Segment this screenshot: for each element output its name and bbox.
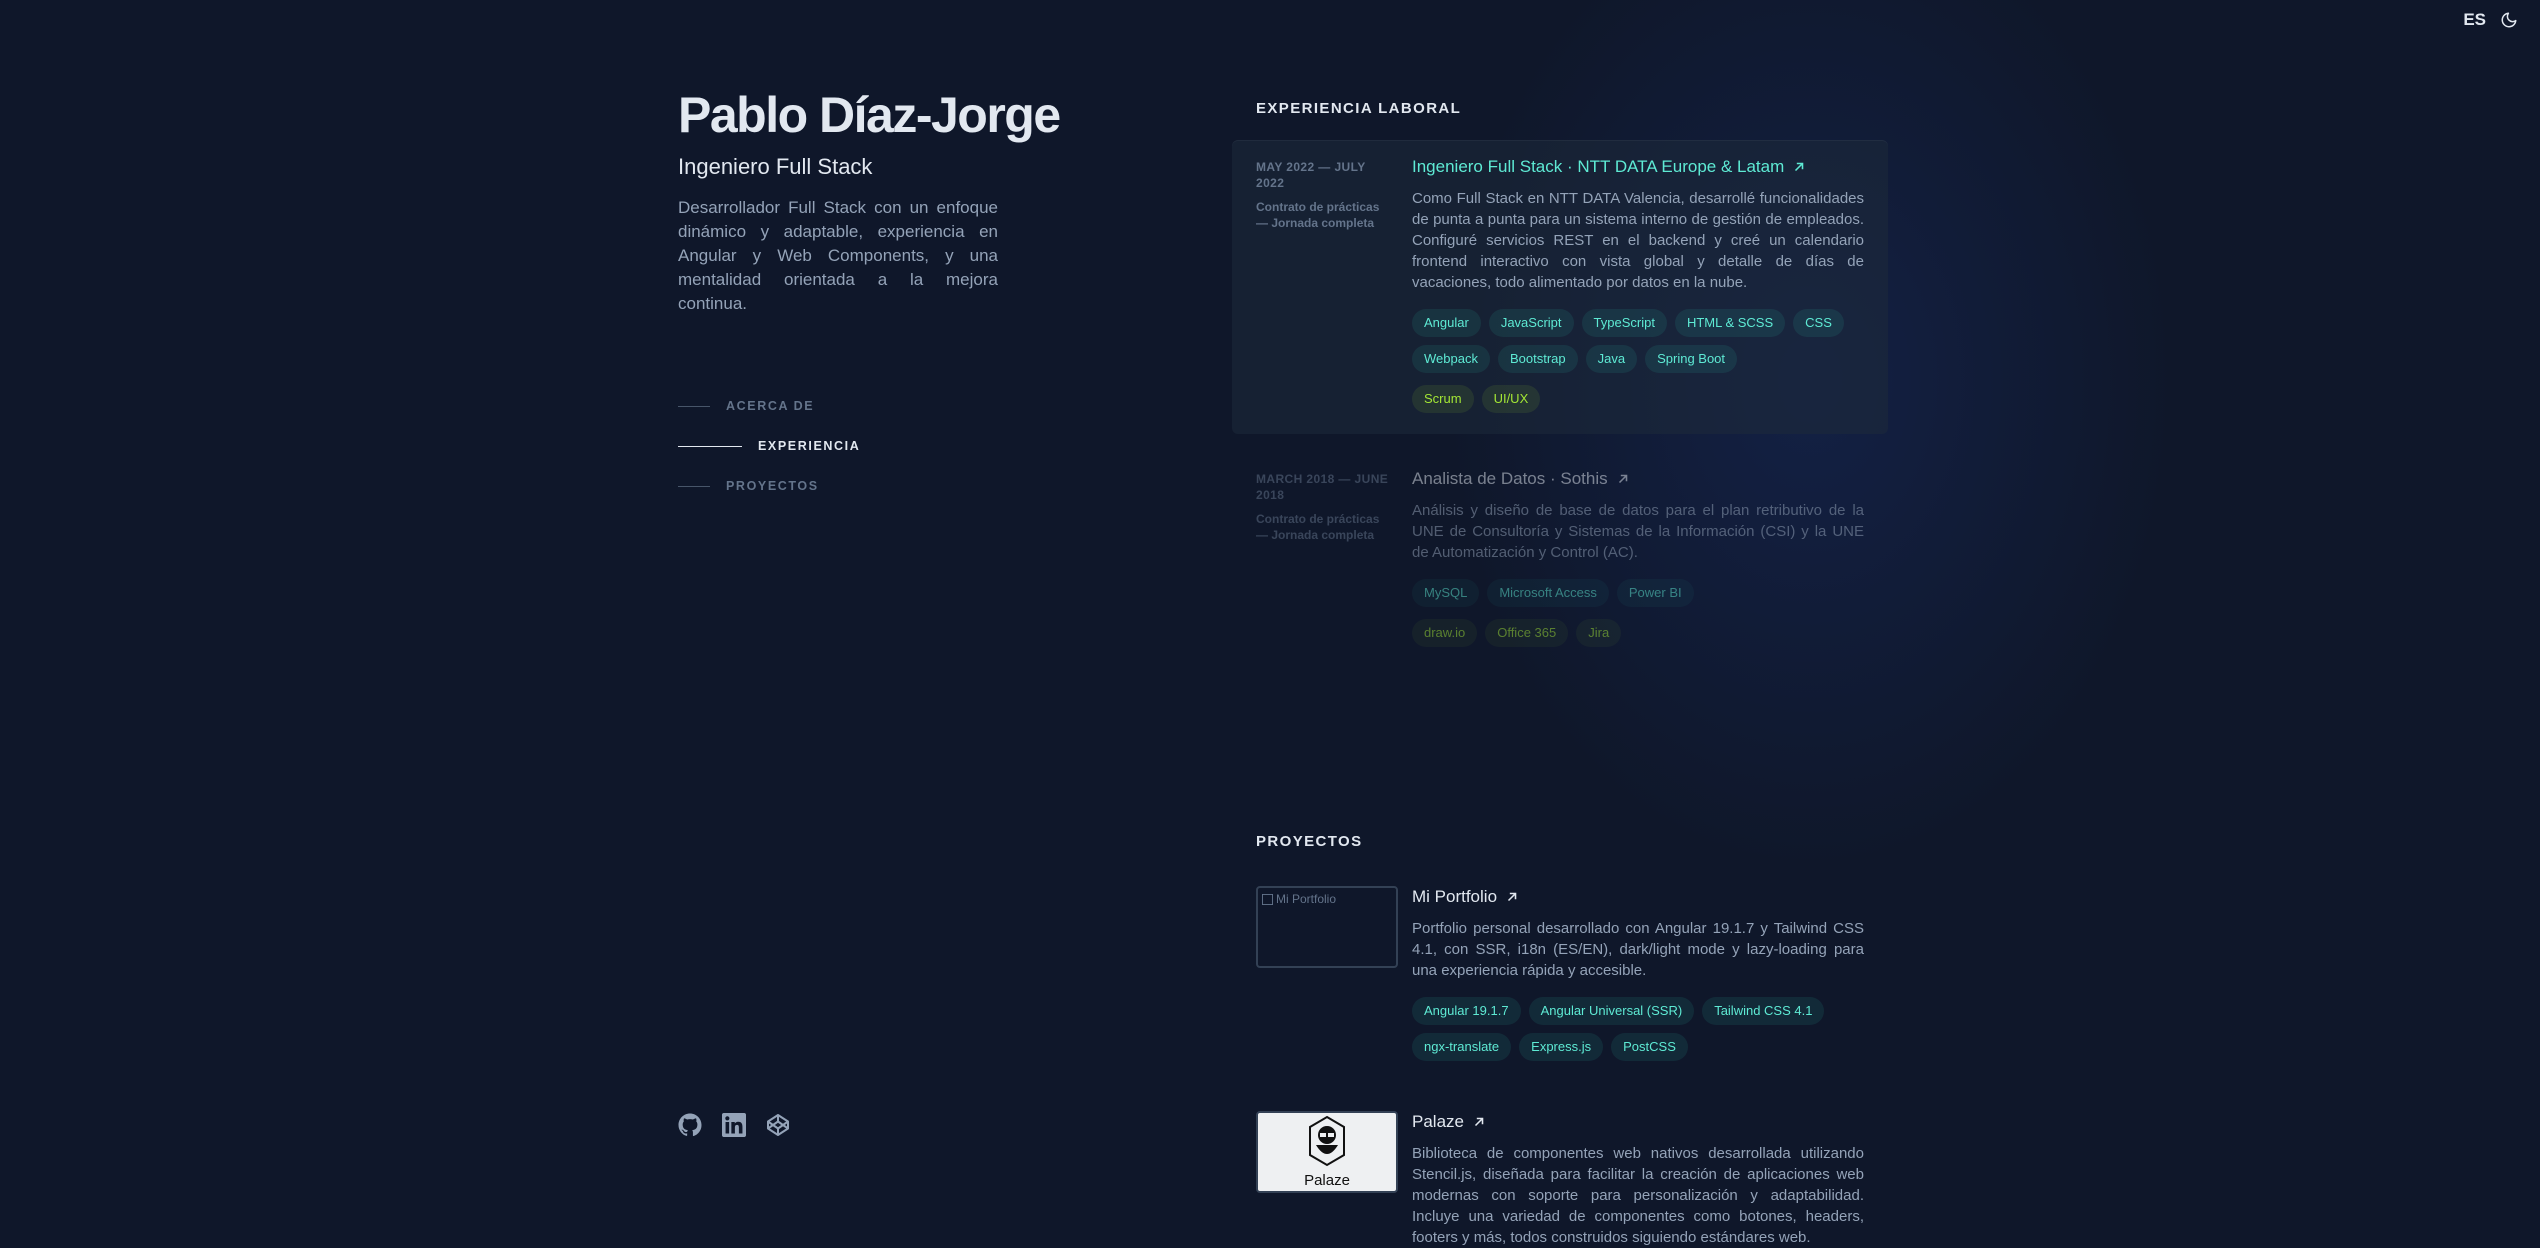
skill-tag: Scrum xyxy=(1412,385,1474,413)
tech-tag: HTML & SCSS xyxy=(1674,309,1786,337)
job-title-link[interactable]: Ingeniero Full Stack · NTT DATA Europe &… xyxy=(1412,156,1864,178)
skill-tag: Jira xyxy=(1576,619,1622,647)
skill-tag: draw.io xyxy=(1412,619,1478,647)
top-controls: ES xyxy=(2463,10,2518,30)
project-description: Biblioteca de componentes web nativos de… xyxy=(1412,1145,1864,1246)
nav-indicator xyxy=(678,405,710,407)
project-description: Portfolio personal desarrollado con Angu… xyxy=(1412,920,1864,979)
tech-tag: Angular Universal (SSR) xyxy=(1528,997,1695,1025)
experience-body: Ingeniero Full Stack · NTT DATA Europe &… xyxy=(1412,156,1864,413)
palaze-logo-icon: Palaze xyxy=(1304,1115,1350,1189)
tech-tag: Microsoft Access xyxy=(1487,579,1609,607)
tech-tag: Webpack xyxy=(1412,345,1490,373)
project-title-link[interactable]: Mi Portfolio xyxy=(1412,886,1864,908)
tech-tags: MySQL Microsoft Access Power BI xyxy=(1412,579,1864,607)
profile-role: Ingeniero Full Stack xyxy=(678,154,873,179)
tech-tag: Angular 19.1.7 xyxy=(1412,997,1521,1025)
tech-tag: TypeScript xyxy=(1581,309,1667,337)
arrow-up-right-icon xyxy=(1507,892,1517,902)
project-body: Mi Portfolio Portfolio personal desarrol… xyxy=(1412,886,1864,1061)
tech-tag: MySQL xyxy=(1412,579,1480,607)
job-description: Análisis y diseño de base de datos para … xyxy=(1412,502,1864,561)
arrow-up-right-icon xyxy=(1795,162,1804,172)
skill-tag: UI/UX xyxy=(1481,385,1541,413)
profile-bio: Desarrollador Full Stack con un enfoque … xyxy=(678,198,998,313)
tech-tag: PostCSS xyxy=(1611,1033,1688,1061)
social-links xyxy=(678,1113,790,1137)
thumbnail-alt-text: Mi Portfolio xyxy=(1276,892,1337,906)
tech-tag: Power BI xyxy=(1616,579,1694,607)
nav-item-experience[interactable]: EXPERIENCIA xyxy=(678,426,860,466)
section-nav: ACERCA DE EXPERIENCIA PROYECTOS xyxy=(678,386,860,506)
tech-tag: Tailwind CSS 4.1 xyxy=(1702,997,1825,1025)
nav-label: ACERCA DE xyxy=(726,399,815,413)
nav-label: PROYECTOS xyxy=(726,479,819,493)
tech-tag: Angular xyxy=(1412,309,1481,337)
tech-tag: JavaScript xyxy=(1488,309,1574,337)
tech-tag: Bootstrap xyxy=(1497,345,1578,373)
project-card[interactable]: Mi Portfolio Mi Portfolio Portfolio pers… xyxy=(1256,886,1864,1066)
job-title-link[interactable]: Analista de Datos · Sothis xyxy=(1412,468,1864,490)
project-card[interactable]: Palaze Palaze Biblioteca de componentes … xyxy=(1256,1111,1864,1246)
moon-icon[interactable] xyxy=(2500,11,2518,29)
tech-tag: Express.js xyxy=(1519,1033,1604,1061)
arrow-up-right-icon xyxy=(1618,474,1627,484)
arrow-up-right-icon xyxy=(1474,1117,1484,1127)
experience-card[interactable]: MAY 2022 — JULY 2022 Contrato de práctic… xyxy=(1232,140,1888,434)
skill-tag: Office 365 xyxy=(1485,619,1569,647)
projects-section-title: PROYECTOS xyxy=(1256,833,1363,850)
nav-item-about[interactable]: ACERCA DE xyxy=(678,386,860,426)
nav-indicator xyxy=(678,445,742,447)
tech-tag: ngx-translate xyxy=(1412,1033,1512,1061)
experience-card[interactable]: MARCH 2018 — JUNE 2018 Contrato de práct… xyxy=(1232,452,1888,652)
experience-body: Analista de Datos · Sothis Análisis y di… xyxy=(1412,468,1864,647)
nav-item-projects[interactable]: PROYECTOS xyxy=(678,466,860,506)
tech-tag: CSS xyxy=(1793,309,1844,337)
nav-indicator xyxy=(678,485,710,487)
project-title: Mi Portfolio xyxy=(1412,887,1498,906)
tech-tags: Angular 19.1.7 Angular Universal (SSR) T… xyxy=(1412,997,1864,1061)
job-description: Como Full Stack en NTT DATA Valencia, de… xyxy=(1412,190,1864,291)
project-title: Palaze xyxy=(1412,1112,1464,1131)
job-title: Ingeniero Full Stack · NTT DATA Europe &… xyxy=(1412,157,1785,176)
experience-section-title: EXPERIENCIA LABORAL xyxy=(1256,100,1462,117)
linkedin-icon[interactable] xyxy=(722,1113,746,1137)
palaze-logo-text: Palaze xyxy=(1304,1172,1350,1189)
experience-date: MARCH 2018 — JUNE 2018 xyxy=(1256,472,1389,502)
job-title: Analista de Datos · Sothis xyxy=(1412,469,1608,488)
github-icon[interactable] xyxy=(678,1113,702,1137)
soft-tags: Scrum UI/UX xyxy=(1412,385,1864,413)
nav-label: EXPERIENCIA xyxy=(758,439,861,453)
broken-image-icon: Mi Portfolio xyxy=(1262,892,1336,906)
tech-tag: Java xyxy=(1585,345,1638,373)
profile-name: Pablo Díaz-Jorge xyxy=(678,87,1061,143)
project-body: Palaze Biblioteca de componentes web nat… xyxy=(1412,1111,1864,1248)
soft-tags: draw.io Office 365 Jira xyxy=(1412,619,1864,647)
language-toggle-button[interactable]: ES xyxy=(2463,10,2486,30)
project-thumbnail: Palaze xyxy=(1256,1111,1398,1193)
codepen-icon[interactable] xyxy=(766,1113,790,1137)
project-title-link[interactable]: Palaze xyxy=(1412,1111,1864,1133)
experience-date: MAY 2022 — JULY 2022 xyxy=(1256,160,1366,190)
tech-tag: Spring Boot xyxy=(1645,345,1738,373)
project-thumbnail: Mi Portfolio xyxy=(1256,886,1398,968)
tech-tags: Angular JavaScript TypeScript HTML & SCS… xyxy=(1412,309,1864,373)
experience-contract: Contrato de prácticas — Jornada completa xyxy=(1256,200,1380,230)
experience-contract: Contrato de prácticas — Jornada completa xyxy=(1256,512,1380,542)
